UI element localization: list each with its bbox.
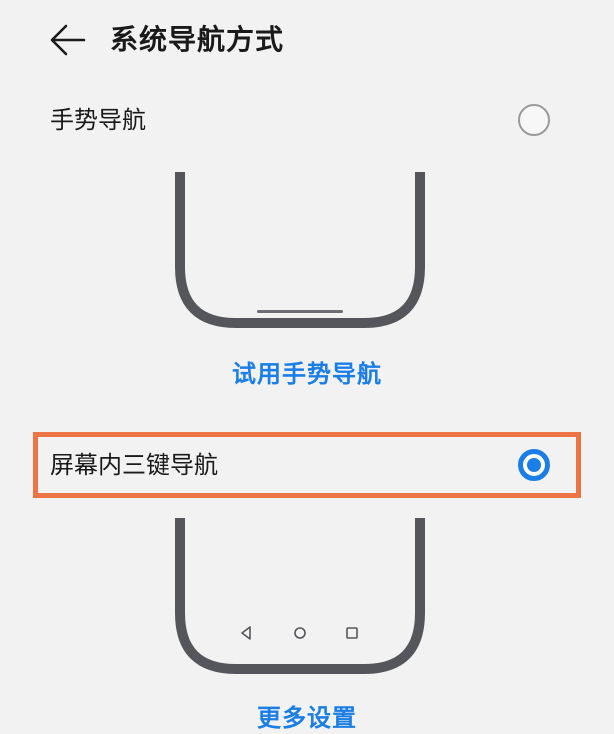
arrow-left-icon [50,24,86,56]
top-bar: 系统导航方式 [0,0,614,80]
option-label: 屏幕内三键导航 [50,451,218,479]
radio-selected[interactable] [518,449,550,481]
try-gesture-navigation-link[interactable]: 试用手势导航 [0,358,614,390]
page-title: 系统导航方式 [110,23,285,56]
more-settings-link[interactable]: 更多设置 [0,702,614,734]
option-three-key-navigation[interactable]: 屏幕内三键导航 [36,437,574,493]
back-button[interactable] [44,18,88,62]
option-label: 手势导航 [50,106,146,134]
three-key-navigation-illustration [175,518,425,674]
option-gesture-navigation[interactable]: 手势导航 [36,92,574,148]
back-triangle-icon [241,626,251,640]
radio-unselected[interactable] [518,104,550,136]
gesture-navigation-illustration [175,172,425,328]
home-circle-icon [294,627,306,639]
gesture-bar-icon [257,310,343,313]
recents-square-icon [346,627,358,639]
